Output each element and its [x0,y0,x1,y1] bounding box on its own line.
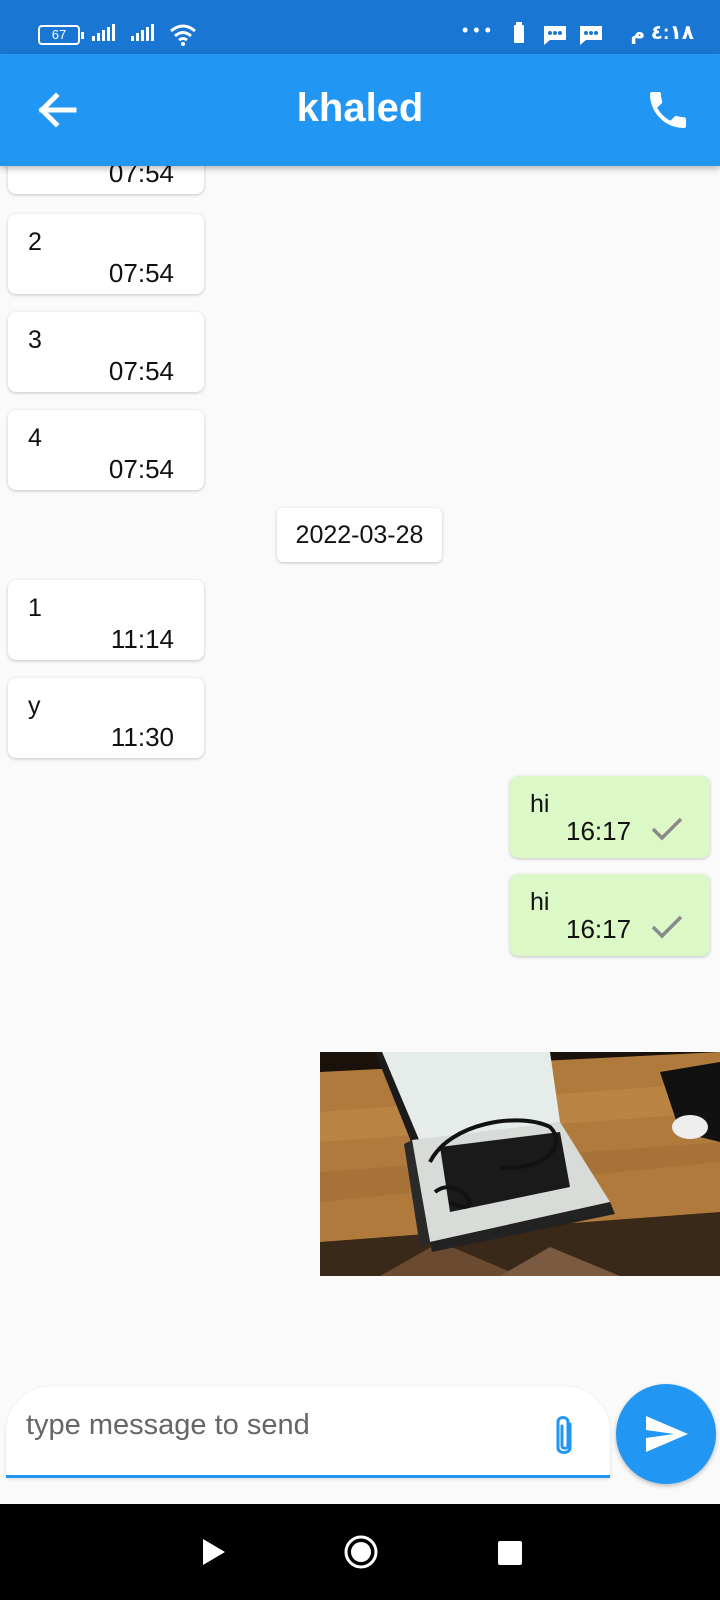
message-bubble-received[interactable]: y 11:30 [8,678,204,758]
message-text: y [28,692,41,720]
message-time: 16:17 [566,816,632,846]
battery-saver-icon [514,22,524,43]
message-time: 11:30 [110,722,174,752]
message-time: 16:17 [566,914,632,944]
message-bubble-received[interactable]: 2 07:54 [8,214,204,294]
message-text: 3 [28,326,42,354]
message-input[interactable] [24,1404,528,1446]
app-bar: khaled [0,54,720,166]
signal-icon [92,24,115,41]
wifi-icon [170,24,196,46]
message-list[interactable]: 07:54 2 07:54 3 07:54 4 07:54 2022-03-28… [0,166,720,1376]
nav-home-icon[interactable] [343,1534,379,1570]
battery-icon: 67 [38,25,84,45]
system-nav-bar [0,1504,720,1600]
chat-title: khaled [296,86,424,130]
message-time: 07:54 [108,166,174,188]
status-bar: 67 • • • ٤:١٨ م [0,0,720,54]
message-text: 2 [28,228,42,256]
more-notifications-indicator: • • • [462,20,491,40]
paperclip-icon[interactable] [544,1412,584,1462]
clock: ٤:١٨ م [630,22,695,44]
message-bubble-received[interactable]: 07:54 [8,166,204,194]
message-notification-icon [544,26,566,45]
battery-level: 67 [51,27,67,42]
message-text: 1 [28,594,42,622]
message-bubble-received[interactable]: 1 11:14 [8,580,204,660]
message-text: hi [530,888,550,916]
send-button[interactable] [616,1384,716,1484]
message-text: hi [530,790,550,818]
signal-icon [131,24,154,41]
message-notification-icon [580,26,602,45]
send-icon [646,1416,688,1452]
message-bubble-sent[interactable]: hi 16:17 [510,776,710,858]
message-time: 07:54 [108,356,174,386]
message-text: 4 [28,424,42,452]
message-bubble-sent[interactable]: hi 16:17 [510,874,710,956]
nav-back-icon[interactable] [203,1539,225,1565]
message-bubble-received[interactable]: 3 07:54 [8,312,204,392]
checkmark-icon [651,817,683,841]
message-time: 11:14 [110,624,174,654]
image-message[interactable] [320,1052,720,1276]
phone-icon[interactable] [644,86,692,134]
message-composer [6,1386,610,1478]
nav-recents-icon[interactable] [498,1541,522,1565]
message-bubble-received[interactable]: 4 07:54 [8,410,204,490]
message-time: 07:54 [108,258,174,288]
message-time: 07:54 [108,454,174,484]
date-separator: 2022-03-28 [277,508,442,562]
checkmark-icon [651,915,683,939]
